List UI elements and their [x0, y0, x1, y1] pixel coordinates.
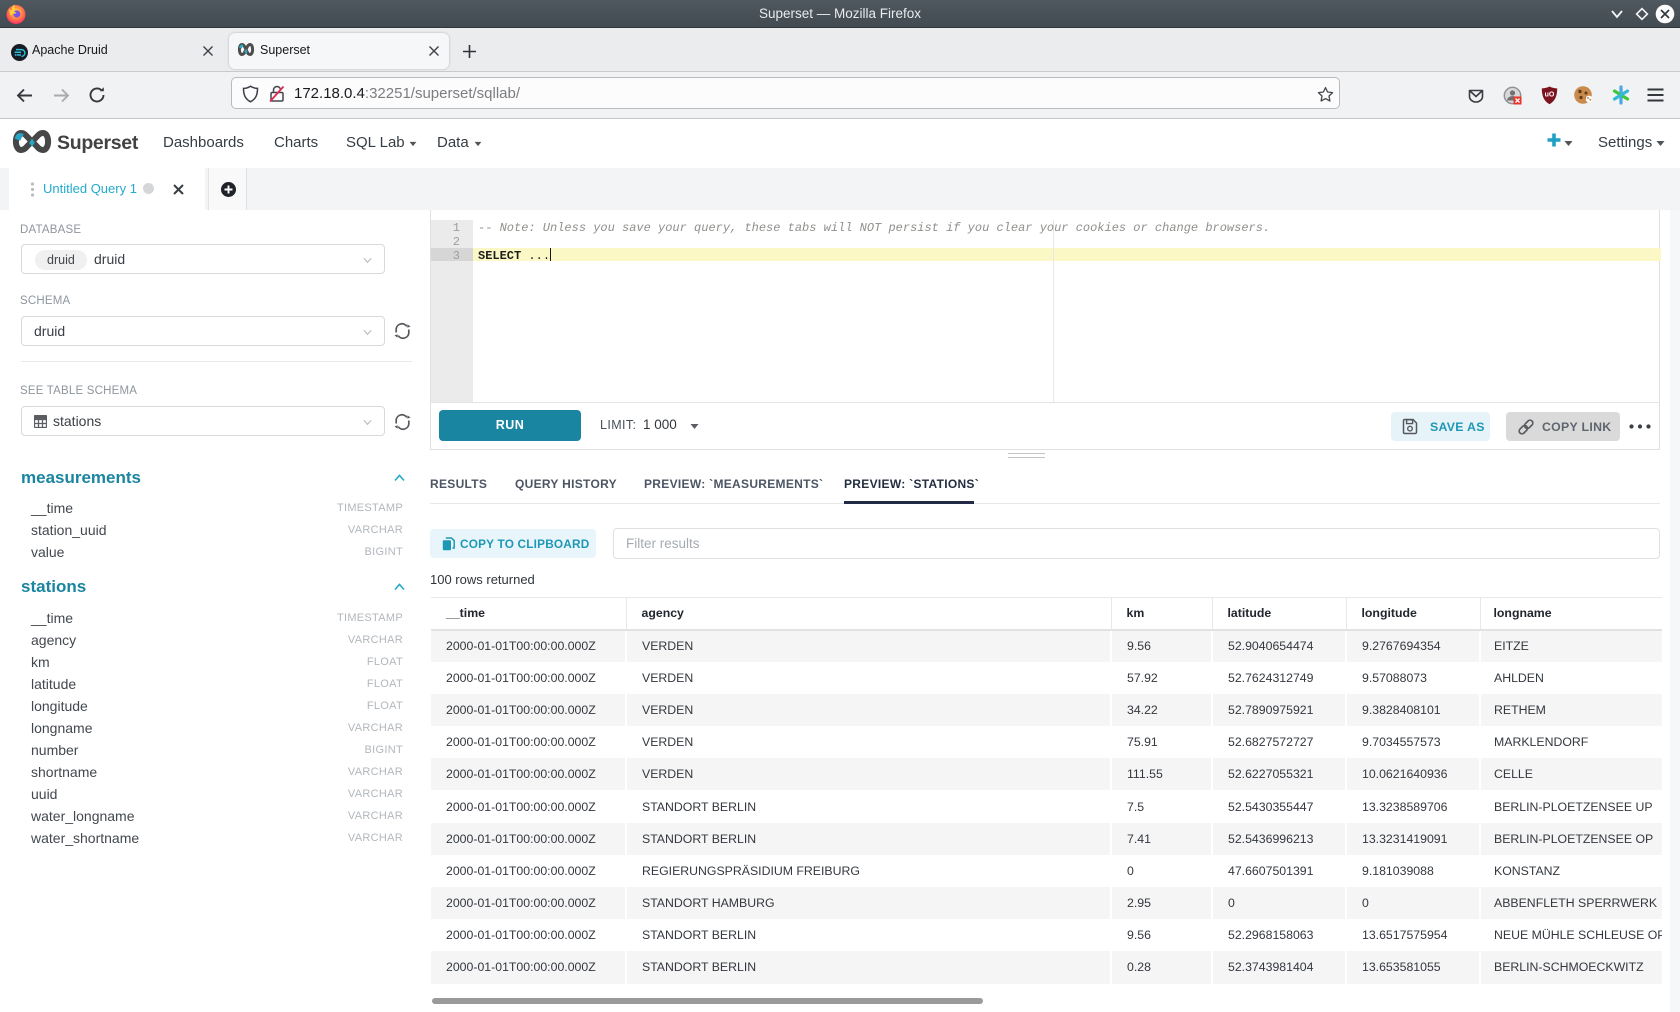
svg-text:uO: uO: [1545, 91, 1555, 98]
